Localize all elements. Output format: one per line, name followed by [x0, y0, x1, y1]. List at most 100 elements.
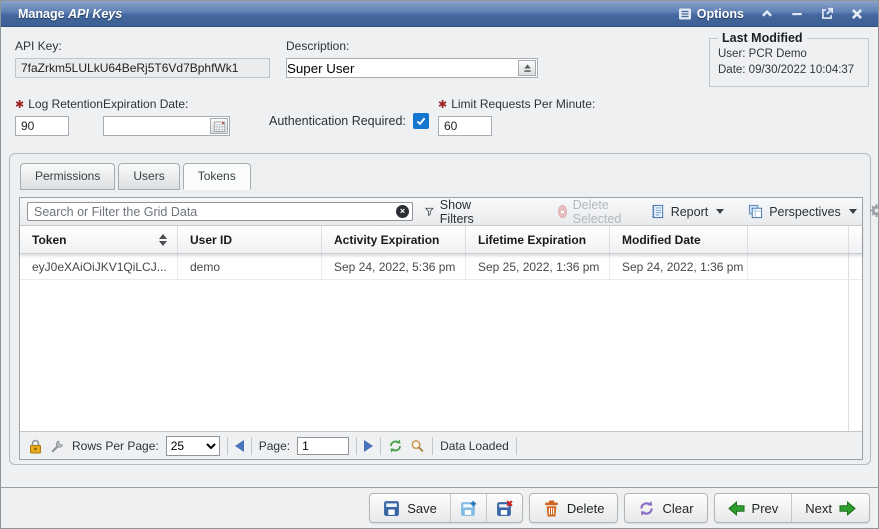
tab-permissions[interactable]: Permissions: [20, 163, 115, 190]
popout-button[interactable]: [814, 5, 840, 23]
last-modified-date: Date: 09/30/2022 10:04:37: [718, 62, 860, 78]
arrow-left-icon: [728, 500, 745, 517]
footer-separator: [227, 437, 228, 455]
page-label: Page:: [259, 439, 290, 453]
description-input[interactable]: [287, 59, 513, 77]
clear-button-group: Clear: [624, 493, 707, 523]
column-header-token[interactable]: Token: [20, 226, 178, 253]
delete-selected-button[interactable]: Delete Selected: [554, 196, 630, 228]
save-and-new-floppy-plus-icon: [460, 500, 477, 517]
save-button[interactable]: Save: [370, 494, 450, 522]
cell-empty: [748, 254, 848, 279]
grid-header-row: Token User ID Activity Expiration Lifeti…: [20, 226, 862, 254]
grid-status-text: Data Loaded: [440, 439, 509, 453]
table-row[interactable]: eyJ0eXAiOiJKV1QiLCJ... demo Sep 24, 2022…: [20, 254, 862, 280]
scrollbar-gutter: [848, 280, 862, 431]
footer-separator: [432, 437, 433, 455]
tab-panel: Permissions Users Tokens × Show Filters …: [9, 153, 871, 465]
last-modified-legend: Last Modified: [718, 31, 807, 45]
tab-users[interactable]: Users: [118, 163, 179, 190]
footer-separator: [251, 437, 252, 455]
log-retention-field-group: ✱Log Retention:: [15, 97, 106, 136]
cell-modified-date[interactable]: Sep 24, 2022, 1:36 pm: [610, 254, 748, 279]
cell-lifetime-expiration[interactable]: Sep 25, 2022, 1:36 pm: [466, 254, 610, 279]
checkmark-icon: [415, 115, 427, 127]
limit-requests-input[interactable]: [438, 116, 492, 136]
cell-activity-expiration[interactable]: Sep 24, 2022, 5:36 pm: [322, 254, 466, 279]
show-filters-button[interactable]: Show Filters: [421, 196, 484, 228]
limit-requests-label: ✱Limit Requests Per Minute:: [438, 97, 595, 111]
next-page-icon[interactable]: [364, 440, 373, 452]
calendar-picker-button[interactable]: [210, 118, 228, 134]
column-header-activity-expiration[interactable]: Activity Expiration: [322, 226, 466, 253]
tab-strip: Permissions Users Tokens: [20, 163, 251, 190]
description-field-group: Description:: [286, 39, 538, 78]
delete-button-group: Delete: [529, 493, 619, 523]
log-retention-label: ✱Log Retention:: [15, 97, 106, 111]
window-title: Manage API Keys: [18, 7, 122, 21]
description-label: Description:: [286, 39, 538, 53]
sort-icon[interactable]: [159, 234, 171, 246]
action-bar: Save Delete Clear Prev Next: [1, 487, 878, 528]
collapse-button[interactable]: [754, 5, 780, 23]
clear-search-icon[interactable]: ×: [396, 205, 409, 218]
perspectives-icon: [748, 204, 763, 219]
save-floppy-icon: [383, 500, 400, 517]
tokens-grid: × Show Filters Delete Selected Report Pe…: [19, 197, 863, 460]
expand-arrow-icon: [522, 63, 533, 74]
column-header-modified-date[interactable]: Modified Date: [610, 226, 748, 253]
expiration-date-input[interactable]: [104, 117, 205, 135]
authentication-required-checkbox[interactable]: [413, 113, 429, 129]
api-key-label: API Key:: [15, 39, 270, 53]
gear-icon: [869, 203, 879, 218]
limit-requests-field-group: ✱Limit Requests Per Minute:: [438, 97, 595, 136]
page-number-input[interactable]: [297, 437, 349, 455]
lock-icon[interactable]: [28, 438, 43, 454]
footer-separator: [356, 437, 357, 455]
cell-user-id[interactable]: demo: [178, 254, 322, 279]
log-retention-input[interactable]: [15, 116, 69, 136]
description-expand-button[interactable]: [518, 60, 536, 76]
minus-circle-icon: [558, 205, 567, 218]
column-header-user-id[interactable]: User ID: [178, 226, 322, 253]
next-button[interactable]: Next: [791, 494, 869, 522]
refresh-icon[interactable]: [388, 438, 403, 454]
column-header-lifetime-expiration[interactable]: Lifetime Expiration: [466, 226, 610, 253]
authentication-required-group: Authentication Required:: [269, 111, 429, 131]
magnifier-icon[interactable]: [410, 438, 425, 454]
prev-next-button-group: Prev Next: [714, 493, 870, 523]
titlebar: Manage API Keys Options: [1, 1, 878, 27]
required-marker: ✱: [15, 99, 24, 111]
close-icon: [850, 7, 864, 21]
grid-search-input[interactable]: [27, 202, 413, 221]
minimize-icon: [790, 7, 804, 21]
chevron-down-icon: [849, 209, 857, 214]
rows-per-page-select[interactable]: 25: [166, 436, 220, 456]
save-and-new-button[interactable]: [450, 494, 486, 522]
external-link-icon: [820, 7, 834, 21]
api-key-input[interactable]: [15, 58, 270, 78]
report-icon: [650, 204, 665, 219]
clear-button[interactable]: Clear: [625, 494, 706, 522]
options-button[interactable]: Options: [672, 5, 750, 23]
scrollbar-gutter: [848, 226, 862, 253]
clear-arrows-icon: [638, 500, 655, 517]
prev-button[interactable]: Prev: [715, 494, 792, 522]
save-and-close-button[interactable]: [486, 494, 522, 522]
delete-button[interactable]: Delete: [530, 494, 618, 522]
grid-settings-button[interactable]: [869, 203, 879, 221]
footer-separator: [380, 437, 381, 455]
tab-tokens[interactable]: Tokens: [183, 163, 251, 190]
cell-token[interactable]: eyJ0eXAiOiJKV1QiLCJ...: [20, 254, 178, 279]
close-button[interactable]: [844, 5, 870, 23]
report-button[interactable]: Report: [646, 202, 729, 221]
options-label: Options: [697, 7, 744, 21]
api-key-field-group: API Key:: [15, 39, 270, 78]
authentication-required-label: Authentication Required:: [269, 114, 406, 128]
previous-page-icon[interactable]: [235, 440, 244, 452]
perspectives-button[interactable]: Perspectives: [744, 202, 861, 221]
chevron-up-icon: [760, 7, 774, 21]
minimize-button[interactable]: [784, 5, 810, 23]
expiration-date-label: Expiration Date:: [103, 97, 230, 111]
wrench-icon[interactable]: [50, 438, 65, 454]
